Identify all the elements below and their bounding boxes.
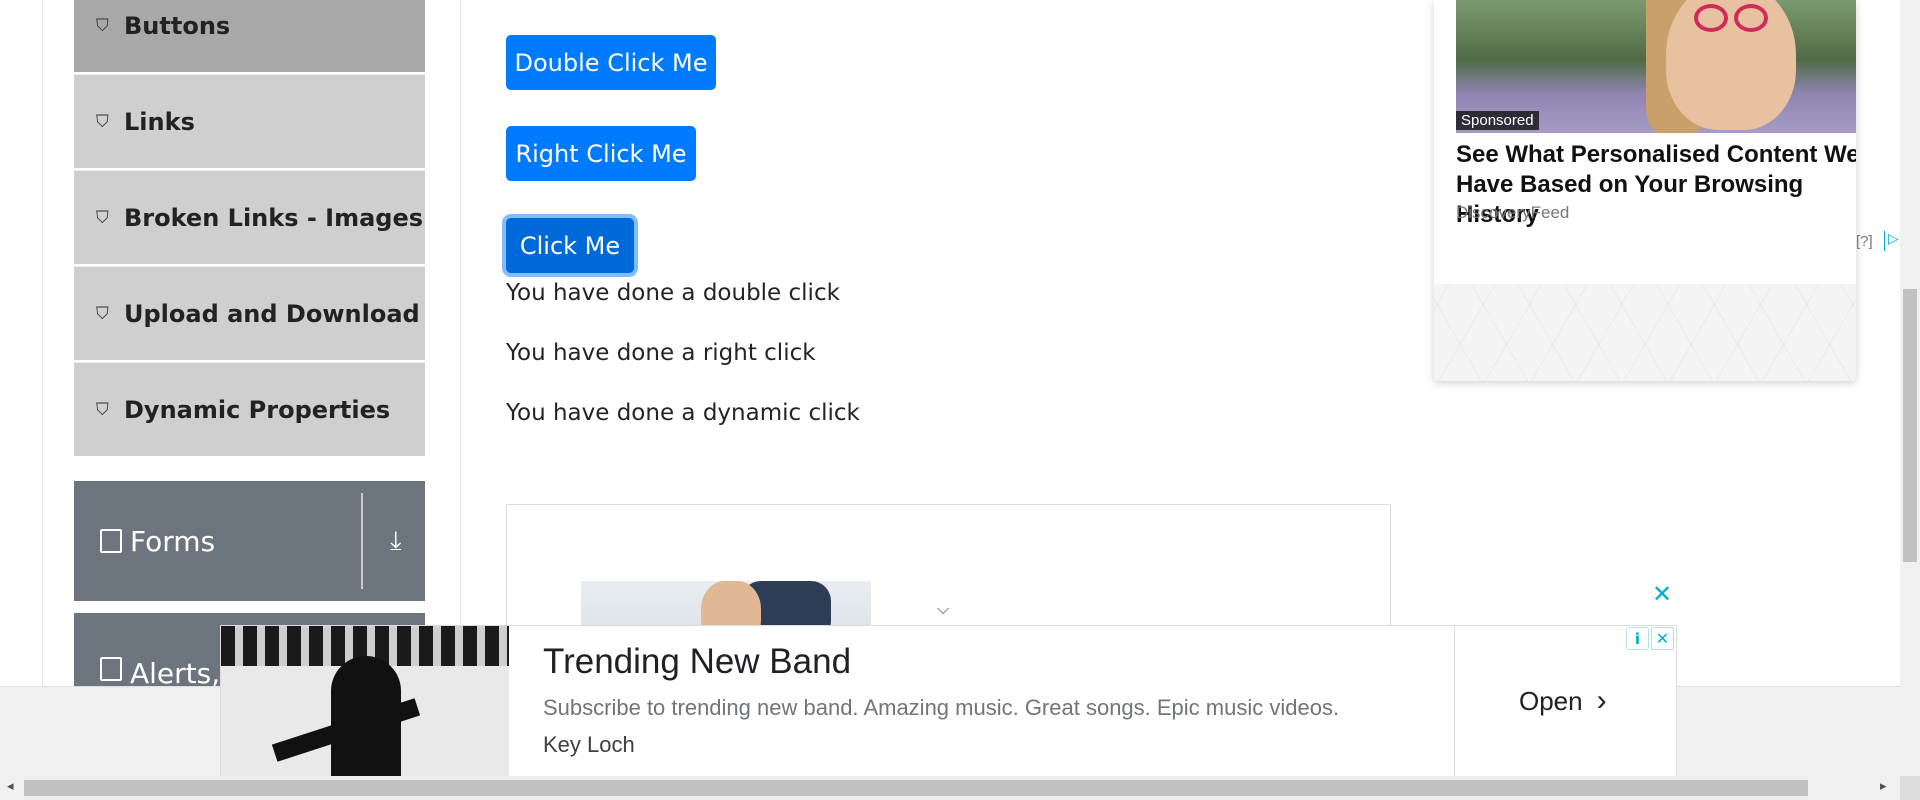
dynamic-click-message: You have done a dynamic click bbox=[506, 400, 860, 426]
page-left-border bbox=[42, 0, 43, 686]
right-click-message: You have done a right click bbox=[506, 340, 816, 366]
banner-author: Key Loch bbox=[543, 732, 635, 757]
banner-title[interactable]: Trending New Band bbox=[543, 642, 851, 682]
html5-icon: ⛉ bbox=[96, 207, 109, 228]
close-ad-icon[interactable]: ✕ bbox=[1652, 580, 1672, 608]
group-divider bbox=[361, 493, 363, 589]
sidebar-right-border bbox=[460, 0, 461, 686]
banner-ad[interactable]: Trending New Band Subscribe to trending … bbox=[220, 625, 1677, 777]
html5-icon: ⛉ bbox=[96, 15, 109, 36]
banner-image[interactable] bbox=[221, 626, 509, 776]
scroll-left-arrow-icon[interactable]: ◂ bbox=[7, 779, 14, 794]
sidebar-item-label: Links bbox=[124, 107, 195, 136]
sidebar-item-label: Dynamic Properties bbox=[124, 395, 391, 424]
html5-icon: ⛉ bbox=[96, 111, 109, 132]
open-button[interactable]: Open › bbox=[1519, 684, 1607, 718]
html5-icon: ⛉ bbox=[96, 303, 109, 324]
adchoices-icon[interactable]: ▷ bbox=[1884, 231, 1899, 251]
sidebar-item-dynamic-properties[interactable]: ⛉ Dynamic Properties bbox=[74, 362, 425, 456]
html5-icon: ⛉ bbox=[96, 399, 109, 420]
horizontal-scrollbar[interactable]: ◂ ▸ bbox=[0, 776, 1900, 800]
document-icon bbox=[100, 529, 122, 553]
scrollbar-corner bbox=[1900, 776, 1920, 800]
banner-divider bbox=[1454, 626, 1455, 776]
double-click-button[interactable]: Double Click Me bbox=[506, 35, 716, 90]
sidebar-item-label: Upload and Download bbox=[124, 299, 420, 328]
download-arrow-icon[interactable]: ⤓ bbox=[390, 526, 402, 557]
sidebar-group-forms[interactable]: Forms ⤓ bbox=[74, 481, 425, 601]
sponsored-ad[interactable]: Sponsored See What Personalised Content … bbox=[1434, 0, 1856, 381]
click-me-button[interactable]: Click Me bbox=[506, 218, 634, 273]
open-button-label: Open bbox=[1519, 685, 1583, 716]
ad-pattern bbox=[1434, 284, 1856, 381]
chevron-right-icon: › bbox=[1596, 684, 1607, 717]
scroll-right-arrow-icon[interactable]: ▸ bbox=[1880, 779, 1887, 794]
sidebar-item-buttons[interactable]: ⛉ Buttons bbox=[74, 0, 425, 72]
vertical-scrollbar[interactable] bbox=[1900, 0, 1920, 800]
info-icon[interactable]: i bbox=[1626, 627, 1649, 650]
close-icon[interactable]: ✕ bbox=[1651, 627, 1674, 650]
sidebar-item-broken-links-images[interactable]: ⛉ Broken Links - Images bbox=[74, 170, 425, 264]
ad-help-link[interactable]: [?] bbox=[1856, 233, 1873, 250]
chevron-down-icon[interactable]: ⌵ bbox=[937, 599, 949, 619]
ad-photo-part bbox=[1666, 0, 1796, 130]
window-icon bbox=[100, 657, 122, 681]
banner-subtitle: Subscribe to trending new band. Amazing … bbox=[543, 695, 1340, 720]
sidebar-group-label: Forms bbox=[130, 524, 216, 558]
scrollbar-thumb[interactable] bbox=[24, 780, 1808, 796]
ad-photo-part bbox=[1734, 4, 1768, 32]
sidebar-item-upload-and-download[interactable]: ⛉ Upload and Download bbox=[74, 266, 425, 360]
sidebar-item-label: Broken Links - Images bbox=[124, 203, 424, 232]
right-click-button[interactable]: Right Click Me bbox=[506, 126, 696, 181]
sidebar-item-label: Buttons bbox=[124, 11, 231, 40]
double-click-message: You have done a double click bbox=[506, 280, 840, 306]
scrollbar-thumb[interactable] bbox=[1903, 289, 1917, 562]
sponsored-badge: Sponsored bbox=[1456, 111, 1539, 130]
ad-source[interactable]: DiscoveryFeed bbox=[1456, 203, 1569, 223]
sidebar-item-links[interactable]: ⛉ Links bbox=[74, 74, 425, 168]
ad-photo-part bbox=[1694, 4, 1728, 32]
